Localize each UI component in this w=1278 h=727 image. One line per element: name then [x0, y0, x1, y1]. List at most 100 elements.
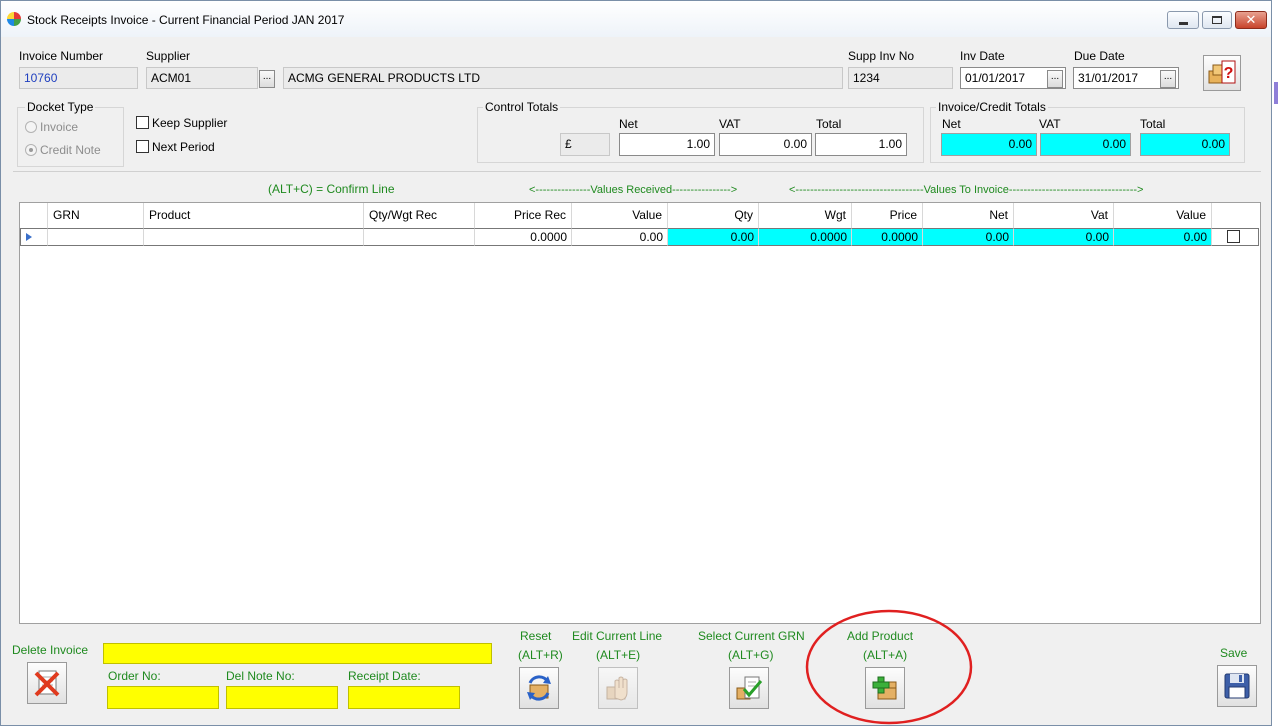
receipt-date-field: [348, 686, 460, 709]
invoice-vat-label: VAT: [1039, 117, 1061, 131]
docket-credit-note-radio[interactable]: [25, 144, 37, 156]
keep-supplier-label: Keep Supplier: [152, 116, 228, 130]
col-net-header[interactable]: Net: [923, 203, 1014, 228]
col-grn-header[interactable]: GRN: [48, 203, 144, 228]
invoice-number-label: Invoice Number: [19, 49, 104, 63]
col-vat-header[interactable]: Vat: [1014, 203, 1114, 228]
cell-value[interactable]: 0.00: [1114, 228, 1212, 246]
next-period-checkbox[interactable]: [136, 140, 149, 153]
docket-invoice-radio[interactable]: [25, 121, 37, 133]
invoice-total-field: 0.00: [1140, 133, 1230, 156]
due-date-label: Due Date: [1074, 49, 1125, 63]
invoice-vat-field: 0.00: [1040, 133, 1131, 156]
header-separator: [13, 171, 1261, 172]
docket-invoice-label: Invoice: [40, 120, 79, 134]
minimize-icon: [1178, 21, 1188, 25]
invoice-lines-grid[interactable]: GRN Product Qty/Wgt Rec Price Rec Value …: [19, 202, 1261, 624]
checklist-boxes-icon: [736, 676, 763, 700]
control-vat-field[interactable]: 0.00: [719, 133, 812, 156]
cell-value-rec[interactable]: 0.00: [572, 228, 668, 246]
edit-line-label: Edit Current Line: [572, 629, 663, 643]
app-icon: [7, 12, 21, 26]
control-total-field[interactable]: 1.00: [815, 133, 907, 156]
desktop-edge-marker: [1274, 82, 1278, 104]
control-totals-title: Control Totals: [483, 100, 561, 114]
col-product-header[interactable]: Product: [144, 203, 364, 228]
row-confirm-checkbox[interactable]: [1227, 230, 1240, 243]
reset-button[interactable]: [519, 667, 559, 709]
refresh-icon: [527, 675, 551, 701]
save-label: Save: [1220, 646, 1248, 660]
edit-hand-icon: [606, 676, 628, 701]
col-value-header[interactable]: Value: [1114, 203, 1212, 228]
col-price-rec-header[interactable]: Price Rec: [475, 203, 572, 228]
supplier-code-field[interactable]: ACM01: [146, 67, 258, 89]
cell-qty[interactable]: 0.00: [668, 228, 759, 246]
save-button[interactable]: [1217, 665, 1257, 707]
delete-document-icon: [34, 670, 60, 697]
delete-invoice-button[interactable]: [27, 662, 67, 704]
invoice-net-field: 0.00: [941, 133, 1037, 156]
col-wgt-header[interactable]: Wgt: [759, 203, 852, 228]
cell-net[interactable]: 0.00: [923, 228, 1014, 246]
window-title: Stock Receipts Invoice - Current Financi…: [27, 13, 345, 27]
svg-text:?: ?: [1224, 65, 1234, 82]
supplier-lookup-button[interactable]: ...: [259, 70, 275, 88]
cell-product[interactable]: [144, 228, 364, 246]
del-note-no-field: [226, 686, 338, 709]
due-date-picker-button[interactable]: ...: [1160, 70, 1176, 88]
cell-grn[interactable]: [48, 228, 144, 246]
control-net-field[interactable]: 1.00: [619, 133, 715, 156]
control-vat-label: VAT: [719, 117, 741, 131]
cell-qty-wgt-rec[interactable]: [364, 228, 475, 246]
cell-price-rec[interactable]: 0.0000: [475, 228, 572, 246]
currency-field: £: [560, 133, 610, 156]
red-annotation-circle: [805, 609, 973, 725]
docket-type-group: [17, 107, 124, 167]
inv-date-picker-button[interactable]: ...: [1047, 70, 1063, 88]
cell-confirm[interactable]: [1212, 228, 1259, 246]
supplier-label: Supplier: [146, 49, 191, 63]
row-indicator[interactable]: [20, 228, 48, 246]
invoice-number-field: 10760: [19, 67, 138, 89]
close-icon: ✕: [1245, 12, 1257, 27]
message-field: [103, 643, 492, 664]
supp-inv-no-field[interactable]: 1234: [848, 67, 953, 89]
docket-credit-note-label: Credit Note: [40, 143, 101, 157]
inv-date-label: Inv Date: [960, 49, 1005, 63]
edit-line-shortcut: (ALT+E): [596, 648, 641, 662]
cell-price[interactable]: 0.0000: [852, 228, 923, 246]
help-button[interactable]: ?: [1203, 55, 1241, 91]
edit-line-button[interactable]: [598, 667, 638, 709]
del-note-no-label: Del Note No:: [226, 669, 295, 683]
help-boxes-icon: ?: [1208, 60, 1236, 84]
docket-type-title: Docket Type: [25, 100, 96, 114]
cell-wgt[interactable]: 0.0000: [759, 228, 852, 246]
select-grn-shortcut: (ALT+G): [728, 648, 774, 662]
control-total-label: Total: [816, 117, 842, 131]
maximize-button[interactable]: [1202, 11, 1232, 29]
order-no-label: Order No:: [108, 669, 161, 683]
receipt-date-label: Receipt Date:: [348, 669, 421, 683]
invoice-net-label: Net: [942, 117, 961, 131]
close-button[interactable]: ✕: [1235, 11, 1267, 29]
delete-invoice-label: Delete Invoice: [12, 643, 89, 657]
next-period-label: Next Period: [152, 140, 215, 154]
desktop-edge: [1273, 0, 1278, 726]
col-value-rec-header[interactable]: Value: [572, 203, 668, 228]
title-bar: Stock Receipts Invoice - Current Financi…: [1, 1, 1271, 37]
confirm-line-caption: (ALT+C) = Confirm Line: [268, 182, 395, 196]
invoice-total-label: Total: [1140, 117, 1166, 131]
select-grn-label: Select Current GRN: [698, 629, 805, 643]
keep-supplier-checkbox[interactable]: [136, 116, 149, 129]
col-qty-wgt-rec-header[interactable]: Qty/Wgt Rec: [364, 203, 475, 228]
cell-vat[interactable]: 0.00: [1014, 228, 1114, 246]
order-no-field: [107, 686, 219, 709]
reset-label: Reset: [520, 629, 552, 643]
col-qty-header[interactable]: Qty: [668, 203, 759, 228]
col-price-header[interactable]: Price: [852, 203, 923, 228]
values-received-caption: <---------------Values Received---------…: [529, 184, 738, 196]
select-grn-button[interactable]: [729, 667, 769, 709]
minimize-button[interactable]: [1167, 11, 1199, 29]
supplier-name-field: ACMG GENERAL PRODUCTS LTD: [283, 67, 843, 89]
